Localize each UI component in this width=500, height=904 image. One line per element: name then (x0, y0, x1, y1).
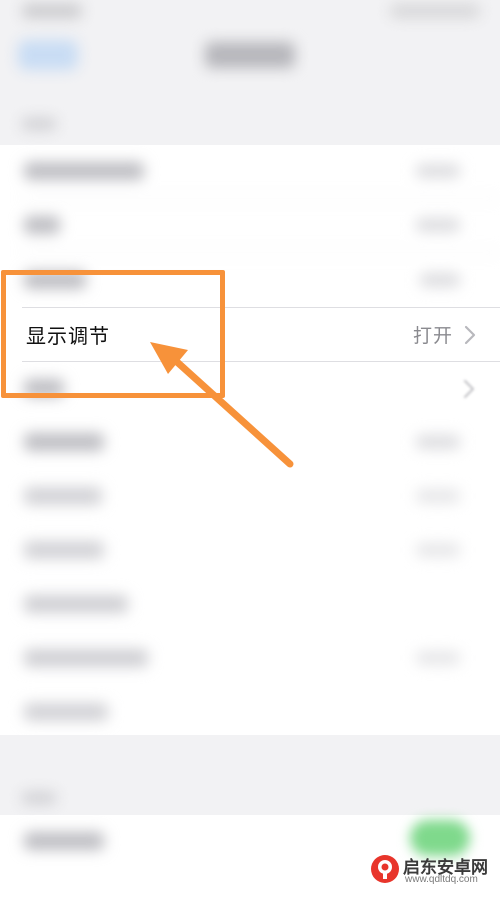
row-value-blurred (416, 651, 460, 665)
back-button[interactable] (18, 40, 78, 70)
row-label-blurred (24, 832, 104, 850)
row-value-blurred (416, 435, 460, 449)
settings-row-blurred-10[interactable] (0, 686, 500, 740)
row-label-blurred (24, 541, 104, 559)
row-value-blurred (420, 273, 460, 287)
status-icons-blurred (390, 4, 480, 18)
row-value-blurred (416, 543, 460, 557)
settings-row-blurred-9[interactable] (0, 632, 500, 686)
row-label-blurred (24, 703, 108, 721)
row-label-blurred (24, 487, 102, 505)
row-value-blurred (416, 489, 460, 503)
settings-row-blurred-1[interactable] (0, 145, 500, 199)
row-label-blurred (24, 649, 148, 667)
section-header-blurred (22, 118, 56, 130)
watermark-logo-icon (371, 855, 399, 883)
status-time-blurred (22, 4, 82, 18)
watermark: 启东安卓网 www.qdltdq.com (370, 850, 500, 889)
row-value-blurred (416, 218, 460, 232)
watermark-url: www.qdltdq.com (405, 874, 478, 885)
status-bar (0, 0, 500, 22)
row-label-blurred (24, 595, 128, 613)
row-divider (22, 252, 500, 253)
highlight-box (1, 270, 225, 398)
page-title-blurred (205, 42, 295, 68)
settings-row-blurred-8[interactable] (0, 578, 500, 632)
row-label-blurred (24, 162, 144, 180)
chevron-right-icon (464, 325, 476, 345)
navigation-bar (0, 22, 500, 92)
row-label-blurred (24, 433, 104, 451)
display-adjust-value: 打开 (412, 325, 453, 347)
settings-row-blurred-7[interactable] (0, 524, 500, 578)
row-value-blurred (416, 164, 460, 178)
chevron-right-icon (463, 379, 475, 399)
settings-row-blurred-6[interactable] (0, 470, 500, 524)
settings-row-blurred-5[interactable] (0, 416, 500, 470)
row-label-blurred (24, 216, 60, 234)
section-header-blurred (22, 792, 56, 804)
settings-row-blurred-2[interactable] (0, 199, 500, 253)
